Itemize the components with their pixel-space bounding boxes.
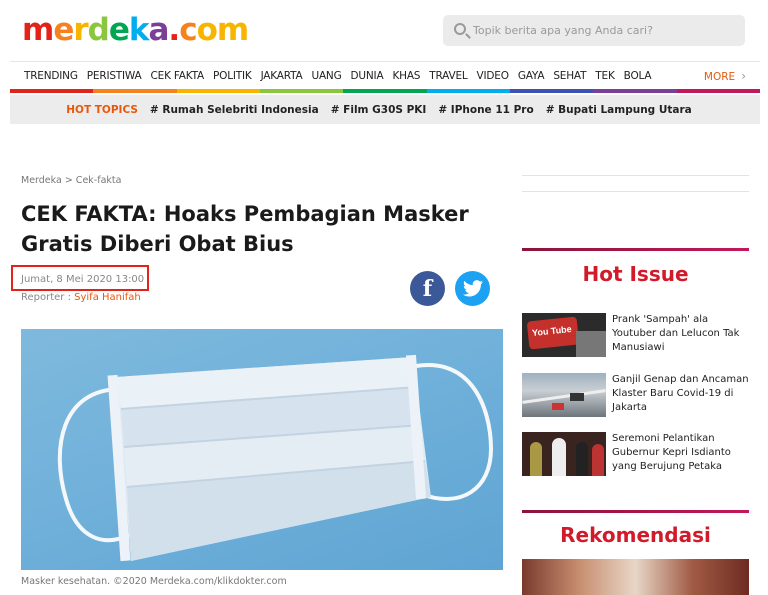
site-header: merdeka.com — [0, 0, 768, 60]
nav-item-peristiwa[interactable]: PERISTIWA — [87, 70, 142, 82]
rainbow-segment — [259, 89, 344, 93]
twitter-icon — [462, 280, 483, 297]
facebook-icon: f — [422, 275, 433, 302]
hot-issue-thumbnail — [522, 432, 606, 476]
logo-letter: k — [128, 12, 150, 48]
rekomendasi-image[interactable] — [522, 559, 749, 595]
site-logo[interactable]: merdeka.com — [22, 10, 249, 50]
rainbow-segment — [676, 89, 760, 93]
twitter-share-button[interactable] — [455, 271, 490, 306]
article-image-face-mask — [21, 329, 503, 570]
rainbow-segment — [93, 89, 177, 93]
logo-letter: m — [216, 12, 249, 48]
search-icon[interactable] — [454, 23, 466, 35]
hot-topic-link[interactable]: # IPhone 11 Pro — [438, 104, 533, 116]
hot-issue-item[interactable]: Seremoni Pelantikan Gubernur Kepri Isdia… — [522, 432, 749, 476]
nav-item-bola[interactable]: BOLA — [624, 70, 652, 82]
nav-item-video[interactable]: VIDEO — [477, 70, 509, 82]
hot-issue-title: Seremoni Pelantikan Gubernur Kepri Isdia… — [612, 433, 731, 472]
rainbow-segment — [10, 89, 94, 93]
nav-item-cek-fakta[interactable]: CEK FAKTA — [151, 70, 205, 82]
hot-issue-item[interactable]: You Tube Prank 'Sampah' ala Youtuber dan… — [522, 313, 749, 357]
reporter-name-link[interactable]: Syifa Hanifah — [74, 292, 141, 303]
nav-item-dunia[interactable]: DUNIA — [351, 70, 384, 82]
hot-issue-thumbnail — [522, 373, 606, 417]
nav-more-link[interactable]: MORE › — [704, 69, 746, 83]
nav-item-uang[interactable]: UANG — [311, 70, 341, 82]
rainbow-segment — [593, 89, 677, 93]
article-date: Jumat, 8 Mei 2020 13:00 — [21, 274, 145, 285]
nav-more-label: MORE — [703, 71, 736, 83]
face-mask-illustration — [57, 354, 494, 562]
nav-item-travel[interactable]: TRAVEL — [429, 70, 467, 82]
hot-topics-bar: HOT TOPICS # Rumah Selebriti Indonesia # … — [10, 95, 760, 124]
nav-item-tek[interactable]: TEK — [595, 70, 615, 82]
article-title: CEK FAKTA: Hoaks Pembagian Masker Gratis… — [21, 202, 469, 256]
breadcrumb[interactable]: Merdeka > Cek-fakta — [21, 175, 121, 186]
rainbow-segment — [343, 89, 427, 93]
chevron-right-icon: › — [741, 69, 746, 83]
hot-issue-title: Prank 'Sampah' ala Youtuber dan Lelucon … — [612, 314, 740, 353]
nav-rainbow-bar — [10, 89, 760, 93]
article-reporter: Reporter : Syifa Hanifah — [21, 292, 141, 303]
nav-item-sehat[interactable]: SEHAT — [553, 70, 586, 82]
facebook-share-button[interactable]: f — [410, 271, 445, 306]
logo-letter: c — [179, 12, 197, 48]
logo-letter: a — [148, 12, 170, 48]
image-caption: Masker kesehatan. ©2020 Merdeka.com/klik… — [21, 576, 287, 587]
reporter-label: Reporter : — [21, 292, 75, 303]
logo-letter: m — [22, 12, 54, 48]
search-bar[interactable] — [443, 15, 745, 46]
hot-topic-link[interactable]: # Rumah Selebriti Indonesia — [150, 104, 319, 116]
rekomendasi-heading: Rekomendasi — [560, 523, 711, 547]
logo-letter: e — [53, 12, 74, 48]
logo-letter: . — [168, 12, 180, 48]
hot-issue-item[interactable]: Ganjil Genap dan Ancaman Klaster Baru Co… — [522, 373, 749, 417]
rainbow-segment — [176, 89, 260, 93]
hot-issue-heading: Hot Issue — [582, 262, 689, 286]
hot-issue-title: Ganjil Genap dan Ancaman Klaster Baru Co… — [612, 374, 749, 413]
hot-issue-rule — [522, 248, 749, 251]
main-nav: TRENDING PERISTIWA CEK FAKTA POLITIK JAKARTA… — [10, 61, 760, 93]
hot-issue-thumbnail: You Tube — [522, 313, 606, 357]
hot-topic-link[interactable]: # Film G30S PKI — [331, 104, 427, 116]
logo-letter: d — [87, 12, 110, 48]
nav-item-politik[interactable]: POLITIK — [213, 70, 252, 82]
rainbow-segment — [426, 89, 510, 93]
rainbow-segment — [509, 89, 594, 93]
logo-letter: e — [108, 12, 130, 48]
logo-letter: r — [73, 12, 88, 48]
nav-item-khas[interactable]: KHAS — [392, 70, 420, 82]
rekomendasi-rule — [522, 510, 749, 513]
hot-topic-link[interactable]: # Bupati Lampung Utara — [546, 104, 692, 116]
nav-item-trending[interactable]: TRENDING — [24, 70, 78, 82]
search-input[interactable] — [473, 15, 738, 46]
nav-item-gaya[interactable]: GAYA — [518, 70, 545, 82]
nav-items: TRENDING PERISTIWA CEK FAKTA POLITIK JAKARTA… — [10, 62, 660, 89]
nav-item-jakarta[interactable]: JAKARTA — [261, 70, 303, 82]
hot-topics-label: HOT TOPICS — [66, 103, 138, 116]
logo-letter: o — [196, 12, 218, 48]
sidebar-divider — [522, 175, 749, 176]
sidebar-divider — [522, 191, 749, 192]
